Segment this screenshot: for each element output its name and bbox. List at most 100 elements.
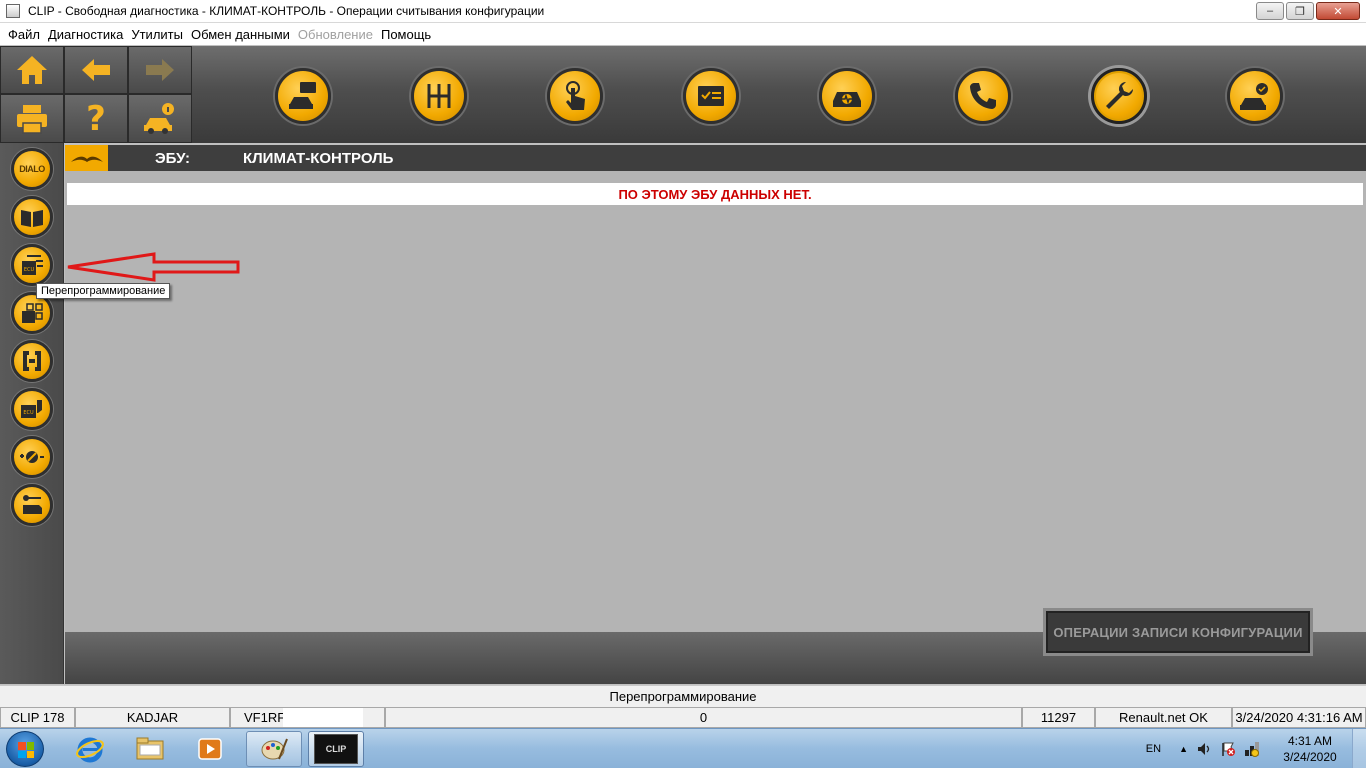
menu-bar: Файл Диагностика Утилиты Обмен данными О… <box>0 23 1366 45</box>
main-toolbar: ? <box>0 46 1366 143</box>
ecu-label: ЭБУ: <box>155 149 191 167</box>
ecu-name: КЛИМАТ-КОНТРОЛЬ <box>243 149 394 167</box>
start-button[interactable] <box>6 731 44 767</box>
title-bar: CLIP - Свободная диагностика - КЛИМАТ-КО… <box>0 0 1366 23</box>
home-icon <box>17 56 47 84</box>
internet-explorer-icon <box>76 737 104 763</box>
tool-vehicle-message[interactable] <box>275 68 331 124</box>
left-sidebar: DIALO ECU ECU <box>0 143 64 684</box>
clip-app-label: CLIP <box>325 744 347 754</box>
sidebar-reprogramming[interactable]: ECU <box>11 244 53 286</box>
tool-touch[interactable] <box>547 68 603 124</box>
car-check-icon <box>1240 83 1268 110</box>
back-arrow-icon <box>82 59 110 81</box>
clip-app-icon: CLIP <box>314 734 358 764</box>
tool-phone-support[interactable] <box>955 68 1011 124</box>
menu-diagnostics[interactable]: Диагностика <box>44 27 127 42</box>
info-status-bar: CLIP 178 KADJAR VF1RFE 0 11297 Renault.n… <box>0 707 1366 728</box>
menu-help[interactable]: Помощь <box>377 27 435 42</box>
close-button[interactable]: ✕ <box>1316 2 1360 20</box>
svg-text:ECU: ECU <box>23 410 34 416</box>
maximize-button[interactable]: ❐ <box>1286 2 1314 20</box>
hint-status-bar: Перепрограммирование <box>0 685 1366 707</box>
network-icon[interactable] <box>1244 741 1260 757</box>
app-icon <box>6 4 20 18</box>
red-arrow-annotation <box>67 252 240 282</box>
sidebar-dialo[interactable]: DIALO <box>11 148 53 190</box>
clock-time: 4:31 AM <box>1287 734 1333 748</box>
clock-date: 3/24/2020 <box>1283 750 1337 764</box>
taskbar-paint[interactable] <box>246 731 302 767</box>
status-code: 11297 <box>1022 707 1095 728</box>
windows-logo-icon <box>18 742 34 758</box>
vin-redaction <box>283 708 363 727</box>
sidebar-ecu-plug[interactable]: ECU <box>11 388 53 430</box>
taskbar-file-explorer[interactable] <box>122 731 178 767</box>
write-configuration-button[interactable]: ОПЕРАЦИИ ЗАПИСИ КОНФИГУРАЦИИ <box>1043 608 1313 656</box>
wrench-icon <box>1106 82 1133 109</box>
sidebar-engine-key[interactable] <box>11 484 53 526</box>
sidebar-adjustment[interactable] <box>11 436 53 478</box>
main-content: ПО ЭТОМУ ЭБУ ДАННЫХ НЕТ. <box>65 171 1366 632</box>
menu-file[interactable]: Файл <box>4 27 44 42</box>
tool-wrench[interactable] <box>1091 68 1147 124</box>
window-controls: – ❐ ✕ <box>1254 2 1360 20</box>
tooltip: Перепрограммирование <box>36 283 171 299</box>
dialo-icon: DIALO <box>19 164 45 174</box>
taskbar-clock[interactable]: 4:31 AM 3/24/2020 <box>1268 733 1352 765</box>
status-vin: VF1RFE <box>230 707 385 728</box>
help-button[interactable]: ? <box>64 94 128 143</box>
show-desktop-button[interactable] <box>1352 729 1366 768</box>
engine-key-icon <box>23 495 42 514</box>
ecu-config-icon <box>22 303 43 323</box>
status-renault-net: Renault.net OK <box>1095 707 1232 728</box>
vehicle-info-icon <box>144 102 174 134</box>
sidebar-documentation[interactable] <box>11 196 53 238</box>
book-icon <box>21 210 43 227</box>
media-player-icon <box>198 738 222 760</box>
write-configuration-label: ОПЕРАЦИИ ЗАПИСИ КОНФИГУРАЦИИ <box>1053 624 1303 640</box>
print-button[interactable] <box>0 94 64 143</box>
action-center-flag-icon[interactable] <box>1220 741 1236 757</box>
status-counter: 0 <box>385 707 1022 728</box>
show-hidden-icons-button[interactable]: ▲ <box>1179 744 1188 754</box>
wing-logo-icon <box>70 156 103 162</box>
minimize-button[interactable]: – <box>1256 2 1284 20</box>
bracket-icon <box>23 351 41 371</box>
tool-checklist[interactable] <box>683 68 739 124</box>
nav-button-grid: ? <box>0 46 192 143</box>
status-clip-version: CLIP 178 <box>0 707 75 728</box>
no-data-message: ПО ЭТОМУ ЭБУ ДАННЫХ НЕТ. <box>618 186 812 202</box>
gearbox-icon <box>427 84 451 108</box>
paint-icon <box>261 738 288 760</box>
forward-arrow-icon <box>146 59 174 81</box>
menu-data-exchange[interactable]: Обмен данными <box>187 27 294 42</box>
ecu-header: ЭБУ: КЛИМАТ-КОНТРОЛЬ <box>65 145 1366 171</box>
taskbar: CLIP EN ▲ 4:31 AM 3/24/2020 <box>0 728 1366 768</box>
forward-button[interactable] <box>128 46 192 94</box>
menu-update: Обновление <box>297 26 373 42</box>
help-icon: ? <box>86 98 106 139</box>
tool-gearbox[interactable] <box>411 68 467 124</box>
svg-text:ECU: ECU <box>24 267 35 273</box>
ecu-plug-icon: ECU <box>21 400 42 418</box>
home-button[interactable] <box>0 46 64 94</box>
vehicle-message-icon <box>289 82 316 109</box>
menu-utilities[interactable]: Утилиты <box>127 27 187 42</box>
car-diagnostic-icon <box>833 92 861 107</box>
tool-car-check[interactable] <box>1227 68 1283 124</box>
taskbar-clip[interactable]: CLIP <box>308 731 364 767</box>
window-title: CLIP - Свободная диагностика - КЛИМАТ-КО… <box>28 4 545 18</box>
volume-icon[interactable] <box>1196 741 1212 757</box>
tool-car-diagnostic[interactable] <box>819 68 875 124</box>
language-indicator[interactable]: EN <box>1146 743 1161 755</box>
status-model: KADJAR <box>75 707 230 728</box>
vehicle-info-button[interactable] <box>128 94 192 143</box>
back-button[interactable] <box>64 46 128 94</box>
taskbar-internet-explorer[interactable] <box>62 731 118 767</box>
system-tray: EN ▲ 4:31 AM 3/24/2020 <box>1146 729 1366 768</box>
sidebar-bracket-tool[interactable] <box>11 340 53 382</box>
taskbar-media-player[interactable] <box>182 731 238 767</box>
touch-icon <box>566 81 585 110</box>
printer-icon <box>17 104 47 134</box>
